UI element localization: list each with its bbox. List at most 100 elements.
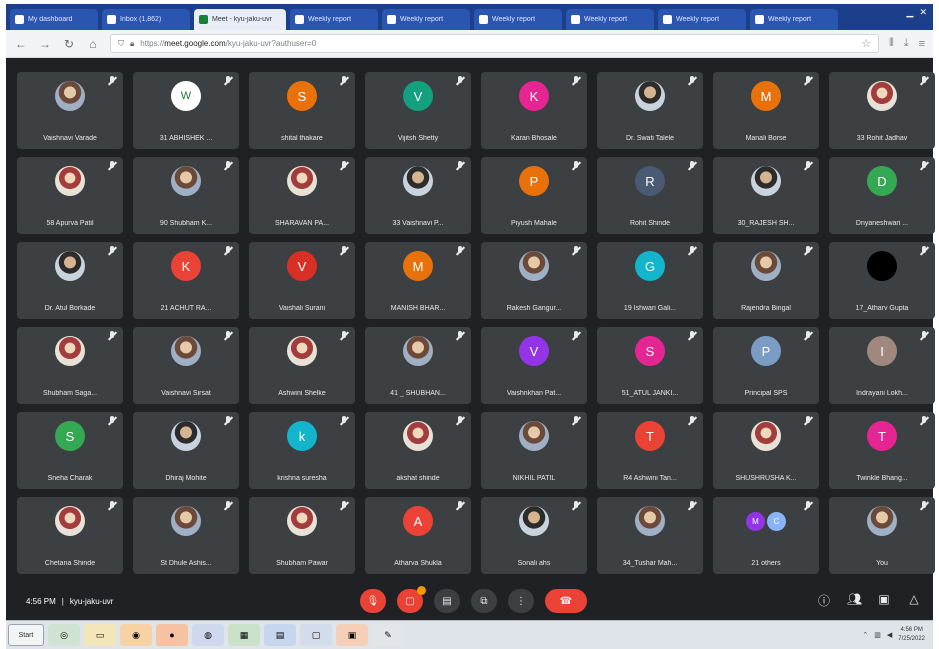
participant-tile[interactable]: T R4 Ashwini Tan... (597, 412, 703, 489)
camera-toggle-button[interactable]: ▢ (397, 586, 426, 613)
taskbar-app-globe-icon[interactable]: ◎ (48, 624, 80, 646)
mic-muted-icon (572, 246, 581, 257)
participant-tile[interactable]: M MANISH BHAR... (365, 242, 471, 319)
taskbar-app-chrome-icon[interactable]: ◍ (192, 624, 224, 646)
taskbar-app-folder-icon[interactable]: ▭ (84, 624, 116, 646)
participant-tile[interactable]: 17_Atharv Gupta (829, 242, 935, 319)
participant-name: Dnyaneshwari ... (855, 220, 909, 227)
participant-tile[interactable]: You (829, 497, 935, 574)
taskbar-app-media-icon[interactable]: ◉ (120, 624, 152, 646)
browser-tab[interactable]: My dashboard (10, 9, 98, 30)
participant-tile[interactable]: T Twinkle Bhang... (829, 412, 935, 489)
participant-tile[interactable]: Dr. Swati Talele (597, 72, 703, 149)
volume-icon[interactable]: ◀︎ (887, 631, 892, 639)
back-icon[interactable]: ← (14, 37, 28, 51)
participant-tile[interactable]: R Rohit Shinde (597, 157, 703, 234)
start-button[interactable]: Start (8, 624, 44, 646)
participant-tile[interactable]: D Dnyaneshwari ... (829, 157, 935, 234)
taskbar-app-powerpoint-icon[interactable]: ▣ (336, 624, 368, 646)
participant-tile[interactable]: Rakesh Gangur... (481, 242, 587, 319)
participant-tile[interactable]: 41 _ SHUBHAN... (365, 327, 471, 404)
participant-tile[interactable]: 34_Tushar Mah... (597, 497, 703, 574)
people-icon[interactable]: 👥︎ (847, 592, 862, 609)
home-icon[interactable]: ⌂ (86, 37, 100, 51)
participant-tile[interactable]: k krishna suresha (249, 412, 355, 489)
browser-tab[interactable]: Weekly report (474, 9, 562, 30)
participant-tile[interactable]: W 31 ABHISHEK ... (133, 72, 239, 149)
participant-tile[interactable]: St Dhule Ashis... (133, 497, 239, 574)
taskbar-app-tool-icon[interactable]: ✎ (372, 624, 404, 646)
taskbar-app-window-icon[interactable]: ▢ (300, 624, 332, 646)
participant-tile[interactable]: K 21 ACHUT RA... (133, 242, 239, 319)
taskbar-app-excel-icon[interactable]: ▦ (228, 624, 260, 646)
participant-tile[interactable]: 30_RAJESH SH... (713, 157, 819, 234)
participant-tile[interactable]: K Karan Bhosale (481, 72, 587, 149)
participant-tile[interactable]: Shubham Sagа... (17, 327, 123, 404)
participant-tile[interactable]: M C 21 others (713, 497, 819, 574)
tray-expand-icon[interactable]: ⌃ (862, 631, 868, 639)
participant-tile[interactable]: Rajendra Bingal (713, 242, 819, 319)
minimize-icon[interactable]: ▁ (907, 7, 914, 18)
participant-tile[interactable]: Chetana Shinde (17, 497, 123, 574)
activities-icon[interactable]: △ (907, 592, 921, 609)
participant-photo (403, 166, 433, 196)
present-button[interactable]: ⧉ (471, 589, 497, 613)
participant-tile[interactable]: Dhiraj Mohite (133, 412, 239, 489)
participant-tile[interactable]: V Vijitsh Shetty (365, 72, 471, 149)
participant-tile[interactable]: NIKHIL PATIL (481, 412, 587, 489)
participant-tile[interactable]: 33 Vaishnavi P... (365, 157, 471, 234)
mic-muted-icon (688, 161, 697, 172)
taskbar-app-firefox-icon[interactable]: ● (156, 624, 188, 646)
mic-muted-icon (224, 161, 233, 172)
participant-tile[interactable]: Ashwini Shelke (249, 327, 355, 404)
participant-tile[interactable]: P Piyush Mahale (481, 157, 587, 234)
participant-tile[interactable]: G 19 Ishwari Gali... (597, 242, 703, 319)
library-icon[interactable]: ⫴ (889, 37, 894, 50)
participant-tile[interactable]: SHUSHRUSHA K... (713, 412, 819, 489)
participant-tile[interactable]: Sonali ahs (481, 497, 587, 574)
participant-tile[interactable]: Sshital thakare (249, 72, 355, 149)
info-icon[interactable]: ⓘ (817, 592, 831, 609)
participant-tile[interactable]: I Indrayani Lokh... (829, 327, 935, 404)
url-input[interactable]: ⛉ 🔒︎ https://meet.google.com/kyu-jaku-uv… (110, 34, 880, 53)
participant-tile[interactable]: V Vaishnkhan Pat... (481, 327, 587, 404)
bookmark-star-icon[interactable]: ☆ (861, 37, 871, 50)
browser-tab[interactable]: Weekly report (750, 9, 838, 30)
chat-icon[interactable]: ▣ (877, 592, 891, 609)
browser-tab[interactable]: Weekly report (382, 9, 470, 30)
participant-tile[interactable]: akshat shinde (365, 412, 471, 489)
browser-tab[interactable]: Weekly report (658, 9, 746, 30)
participant-tile[interactable]: 90 Shubham K... (133, 157, 239, 234)
reload-icon[interactable]: ↻ (62, 37, 76, 51)
participant-tile[interactable]: 33 Rohit Jadhav (829, 72, 935, 149)
participant-tile[interactable]: Vaishnavi Varade (17, 72, 123, 149)
browser-tab[interactable]: Meet - kyu-jaku-uvr (194, 9, 286, 30)
participant-tile[interactable]: S Sneha Charak (17, 412, 123, 489)
participant-tile[interactable]: M Manali Borse (713, 72, 819, 149)
participant-tile[interactable]: 58 Apurva Patil (17, 157, 123, 234)
taskbar-app-word-icon[interactable]: ▤ (264, 624, 296, 646)
participant-tile[interactable]: V Vaishali Surani (249, 242, 355, 319)
window-controls[interactable]: ▁ ✕ (907, 7, 927, 18)
participant-tile[interactable]: Dr. Atul Borkade (17, 242, 123, 319)
participant-tile[interactable]: Vaishnavi Sirsat (133, 327, 239, 404)
menu-icon[interactable]: ≡ (919, 38, 925, 50)
network-icon[interactable]: ▥ (874, 631, 881, 639)
taskbar-clock[interactable]: 4:56 PM 7/25/2022 (898, 626, 925, 644)
browser-tab[interactable]: Weekly report (290, 9, 378, 30)
captions-button[interactable]: ▤ (434, 589, 460, 613)
download-icon[interactable]: ⤓ (904, 37, 909, 50)
participant-tile[interactable]: A Atharva Shukla (365, 497, 471, 574)
mic-toggle-button[interactable]: 🎙︎ (360, 589, 386, 613)
browser-tab[interactable]: Inbox (1,862) (102, 9, 190, 30)
meeting-info: 4:56 PM | kyu-jaku-uvr (26, 597, 113, 606)
end-call-button[interactable]: ☎︎ (545, 589, 587, 613)
close-icon[interactable]: ✕ (919, 7, 927, 18)
participant-tile[interactable]: SHARAVAN PA... (249, 157, 355, 234)
more-options-button[interactable]: ⋮ (508, 589, 534, 613)
participant-tile[interactable]: Shubham Pawar (249, 497, 355, 574)
forward-icon[interactable]: → (38, 37, 52, 51)
participant-tile[interactable]: S 51_ATUL JANKI... (597, 327, 703, 404)
participant-tile[interactable]: P Principal SPS (713, 327, 819, 404)
browser-tab[interactable]: Weekly report (566, 9, 654, 30)
